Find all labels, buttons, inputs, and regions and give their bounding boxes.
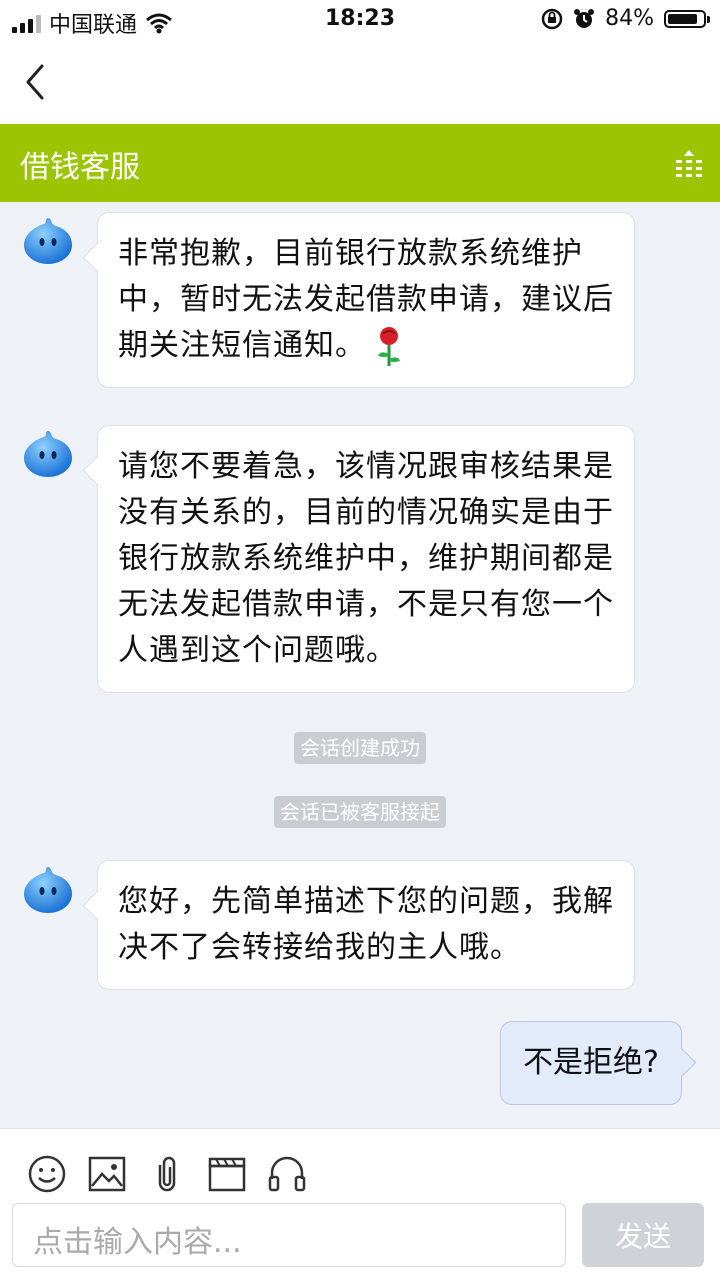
rose-icon <box>378 326 400 366</box>
message-input-placeholder: 点击输入内容... <box>33 1225 242 1260</box>
system-notice-text: 会话创建成功 <box>294 732 426 764</box>
agent-avatar-icon <box>24 218 72 264</box>
alarm-icon <box>574 8 595 28</box>
chat-title: 借钱客服 <box>20 150 140 185</box>
chat-area[interactable]: 非常抱歉，目前银行放款系统维护中，暂时无法发起借款申请，建议后期关注短信通知。 … <box>0 202 720 1128</box>
message-text: 不是拒绝? <box>523 1045 659 1080</box>
nav-bar <box>0 40 720 124</box>
status-right: 84% <box>541 6 710 31</box>
system-notice-text: 会话已被客服接起 <box>274 796 446 828</box>
emoji-icon[interactable] <box>26 1153 68 1195</box>
agent-avatar-icon <box>24 431 72 477</box>
attachment-icon[interactable] <box>146 1153 188 1195</box>
agent-message: 非常抱歉，目前银行放款系统维护中，暂时无法发起借款申请，建议后期关注短信通知。 <box>97 212 635 388</box>
rotation-lock-icon <box>541 8 563 29</box>
message-text: 非常抱歉，目前银行放款系统维护中，暂时无法发起借款申请，建议后期关注短信通知。 <box>118 236 614 363</box>
system-notice: 会话创建成功 <box>0 732 720 764</box>
status-bar: 中国联通 18:23 84% <box>0 0 720 40</box>
agent-message: 请您不要着急，该情况跟审核结果是没有关系的，目前的情况确实是由于银行放款系统维护… <box>97 425 635 693</box>
composer-bar: 点击输入内容... 发送 <box>0 1128 720 1281</box>
back-icon[interactable] <box>20 60 60 104</box>
user-message: 不是拒绝? <box>500 1021 682 1105</box>
video-icon[interactable] <box>206 1153 248 1195</box>
agent-message: 您好，先简单描述下您的问题，我解决不了会转接给我的主人哦。 <box>97 860 635 990</box>
battery-fill <box>668 13 697 24</box>
message-input[interactable]: 点击输入内容... <box>12 1203 566 1267</box>
system-notice: 会话已被客服接起 <box>0 796 720 828</box>
menu-icon[interactable] <box>672 146 706 180</box>
composer-tools <box>26 1153 308 1195</box>
image-icon[interactable] <box>86 1153 128 1195</box>
message-text: 请您不要着急，该情况跟审核结果是没有关系的，目前的情况确实是由于银行放款系统维护… <box>118 449 614 668</box>
battery-percent: 84% <box>605 6 654 31</box>
agent-avatar-icon <box>24 867 72 913</box>
headset-icon[interactable] <box>266 1153 308 1195</box>
battery-icon <box>664 9 710 28</box>
send-button[interactable]: 发送 <box>582 1203 704 1267</box>
message-text: 您好，先简单描述下您的问题，我解决不了会转接给我的主人哦。 <box>118 884 614 965</box>
chat-header: 借钱客服 <box>0 124 720 202</box>
